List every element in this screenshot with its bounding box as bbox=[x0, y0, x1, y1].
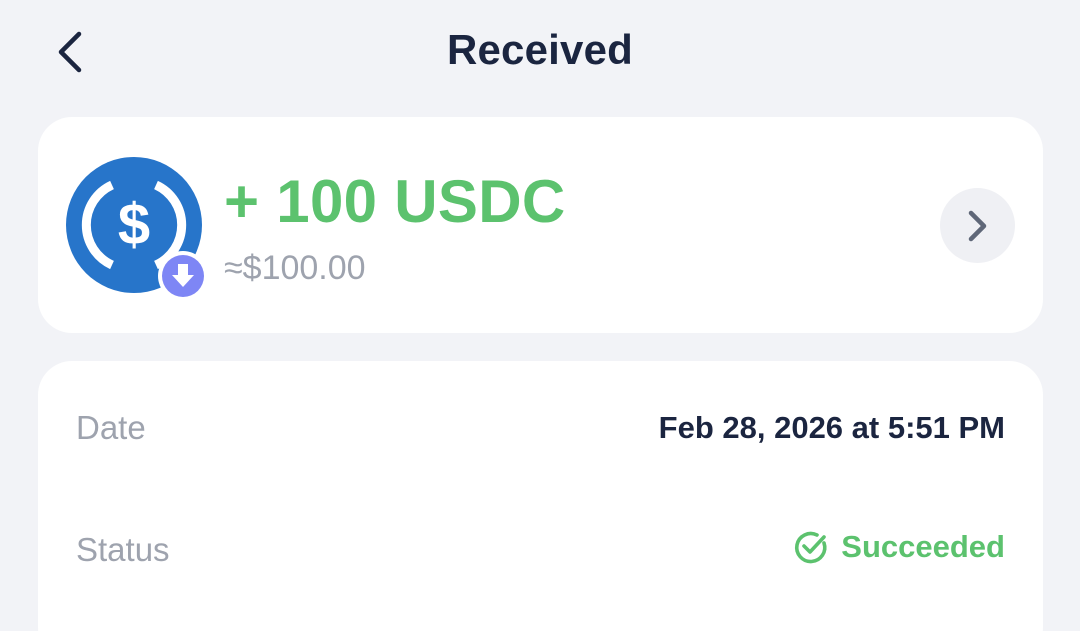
status-row: Status Succeeded bbox=[38, 519, 1043, 579]
token-avatar: $ bbox=[66, 157, 208, 301]
status-text: Succeeded bbox=[841, 529, 1005, 564]
transaction-detail-screen: Received $ + 100 USDC ≈$100.00 Date Feb … bbox=[0, 0, 1080, 631]
detail-button[interactable] bbox=[940, 188, 1015, 263]
info-card: Date Feb 28, 2026 at 5:51 PM Status Succ… bbox=[38, 361, 1043, 631]
receive-badge bbox=[158, 251, 208, 301]
amount-text: + 100 USDC bbox=[224, 168, 566, 235]
date-value: Feb 28, 2026 at 5:51 PM bbox=[658, 410, 1005, 445]
amount-card: $ + 100 USDC ≈$100.00 bbox=[38, 117, 1043, 333]
header: Received bbox=[0, 0, 1080, 105]
date-row: Date Feb 28, 2026 at 5:51 PM bbox=[38, 397, 1043, 457]
fiat-value-text: ≈$100.00 bbox=[224, 249, 366, 287]
status-label: Status bbox=[76, 531, 170, 568]
arrow-down-icon bbox=[162, 255, 204, 297]
date-label: Date bbox=[76, 409, 146, 446]
check-circle-icon bbox=[795, 531, 827, 564]
status-badge: Succeeded bbox=[793, 529, 1005, 565]
page-title: Received bbox=[446, 26, 634, 73]
svg-text:$: $ bbox=[118, 192, 150, 257]
chevron-right-icon bbox=[968, 210, 986, 241]
